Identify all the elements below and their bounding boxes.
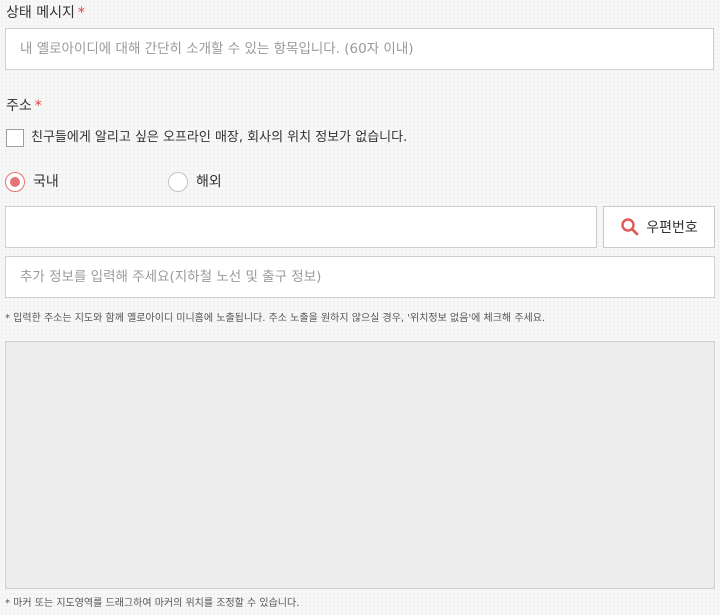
address-input[interactable]	[5, 206, 597, 248]
required-mark: *	[34, 98, 42, 114]
extra-info-input[interactable]: 추가 정보를 입력해 주세요(지하철 노선 및 출구 정보)	[5, 256, 715, 298]
address-label-text: 주소	[6, 98, 32, 114]
no-location-checkbox-label: 친구들에게 알리고 싶은 오프라인 매장, 회사의 위치 정보가 없습니다.	[31, 130, 408, 145]
status-message-label: 상태 메시지 *	[6, 4, 85, 22]
status-message-placeholder: 내 옐로아이디에 대해 간단히 소개할 수 있는 항목입니다. (60자 이내)	[20, 41, 414, 57]
map-drag-hint: * 마커 또는 지도영역를 드래그하여 마커의 위치를 조정할 수 있습니다.	[5, 598, 300, 609]
extra-info-placeholder: 추가 정보를 입력해 주세요(지하철 노선 및 출구 정보)	[20, 269, 322, 285]
radio-overseas[interactable]	[168, 172, 188, 192]
radio-domestic[interactable]	[5, 172, 25, 192]
address-label: 주소 *	[6, 97, 42, 115]
search-icon	[620, 217, 640, 237]
radio-overseas-label: 해외	[196, 174, 222, 190]
address-notice: * 입력한 주소는 지도와 함께 옐로아이디 미니홈에 노출됩니다. 주소 노출…	[5, 313, 546, 324]
zipcode-button-label: 우편번호	[646, 220, 698, 236]
map-area[interactable]	[5, 341, 715, 589]
radio-domestic-label: 국내	[33, 174, 59, 190]
zipcode-button[interactable]: 우편번호	[603, 206, 715, 248]
status-message-input[interactable]: 내 옐로아이디에 대해 간단히 소개할 수 있는 항목입니다. (60자 이내)	[5, 28, 714, 70]
no-location-checkbox[interactable]	[6, 129, 24, 147]
required-mark: *	[77, 5, 85, 21]
status-message-label-text: 상태 메시지	[6, 5, 75, 21]
